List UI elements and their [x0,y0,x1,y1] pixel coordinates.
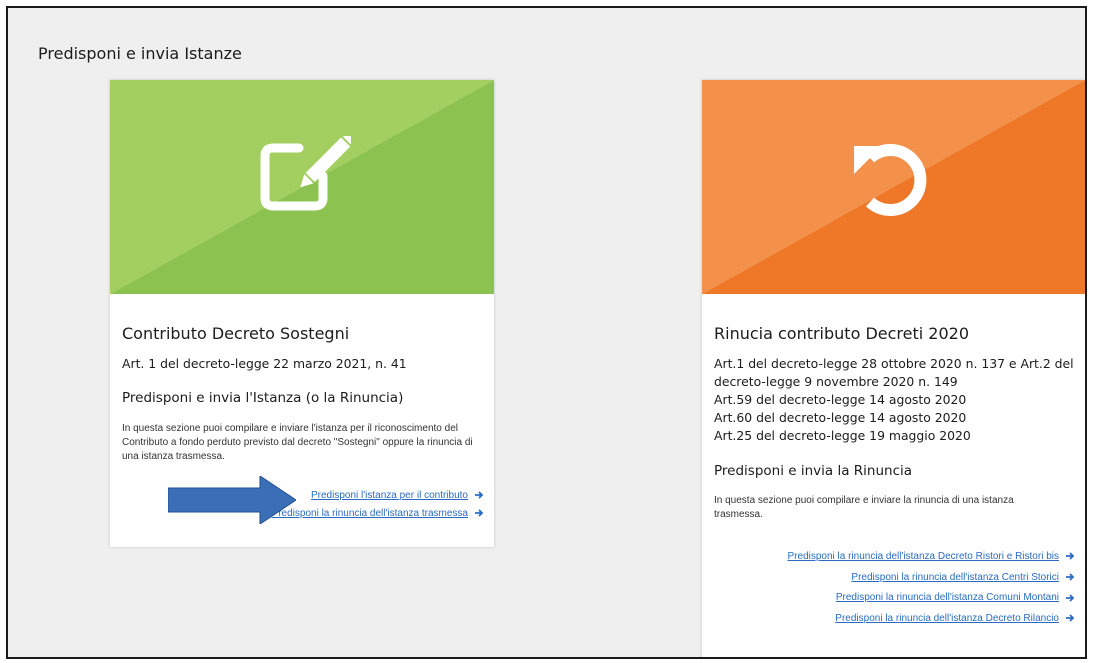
link-row: Predisponi la rinuncia dell'istanza Cent… [788,567,1075,588]
card-ref-line: Art.59 del decreto-legge 14 agosto 2020 [714,392,967,407]
card-banner [110,80,494,294]
card-links: Predisponi la rinuncia dell'istanza Decr… [788,546,1075,629]
card-subtitle: Predisponi e invia la Rinuncia [714,463,913,479]
card-title: Contributo Decreto Sostegni [122,324,350,343]
arrow-right-icon[interactable] [1065,593,1075,603]
link-rinuncia-centri-storici[interactable]: Predisponi la rinuncia dell'istanza Cent… [851,572,1059,583]
link-row: Predisponi la rinuncia dell'istanza Decr… [788,546,1075,567]
link-rinuncia-comuni-montani[interactable]: Predisponi la rinuncia dell'istanza Comu… [836,592,1059,603]
arrow-right-icon[interactable] [1065,613,1075,623]
card-description: In questa sezione puoi compilare e invia… [714,495,1014,520]
link-row: Predisponi l'istanza per il contributo [272,486,484,504]
card-rinuncia-decreti-2020: Rinucia contributo Decreti 2020 Art.1 de… [702,80,1085,657]
card-ref-line: decreto-legge 9 novembre 2020 n. 149 [714,374,958,389]
link-rinuncia-ristori[interactable]: Predisponi la rinuncia dell'istanza Decr… [788,551,1059,562]
card-banner [702,80,1085,294]
card-ref-line: Art.1 del decreto-legge 28 ottobre 2020 … [714,356,1074,371]
link-row: Predisponi la rinuncia dell'istanza Comu… [788,587,1075,608]
arrow-right-icon[interactable] [474,490,484,500]
arrow-right-icon[interactable] [1065,551,1075,561]
card-title: Rinucia contributo Decreti 2020 [714,324,969,343]
arrow-right-icon[interactable] [1065,572,1075,582]
link-rinuncia-decreto-rilancio[interactable]: Predisponi la rinuncia dell'istanza Decr… [835,613,1059,624]
link-predisponi-rinuncia[interactable]: Predisponi la rinuncia dell'istanza tras… [272,508,468,519]
link-row: Predisponi la rinuncia dell'istanza Decr… [788,608,1075,629]
card-ref-line: Art.60 del decreto-legge 14 agosto 2020 [714,410,967,425]
link-row: Predisponi la rinuncia dell'istanza tras… [272,504,484,522]
card-links: Predisponi l'istanza per il contributo P… [272,486,484,522]
annotation-arrow-icon [168,476,296,524]
card-subtitle: Predisponi e invia l'Istanza (o la Rinun… [122,390,404,406]
card-ref-line: Art.25 del decreto-legge 19 maggio 2020 [714,428,971,443]
page-title: Predisponi e invia Istanze [38,44,242,63]
edit-icon [260,136,351,211]
link-predisponi-istanza[interactable]: Predisponi l'istanza per il contributo [311,490,468,501]
card-description: In questa sezione puoi compilare e invia… [122,423,473,462]
undo-icon [854,144,927,216]
card-ref-line: Art. 1 del decreto-legge 22 marzo 2021, … [122,356,407,371]
app-frame: Predisponi e invia Istanze Contributo De… [6,6,1087,659]
arrow-right-icon[interactable] [474,508,484,518]
